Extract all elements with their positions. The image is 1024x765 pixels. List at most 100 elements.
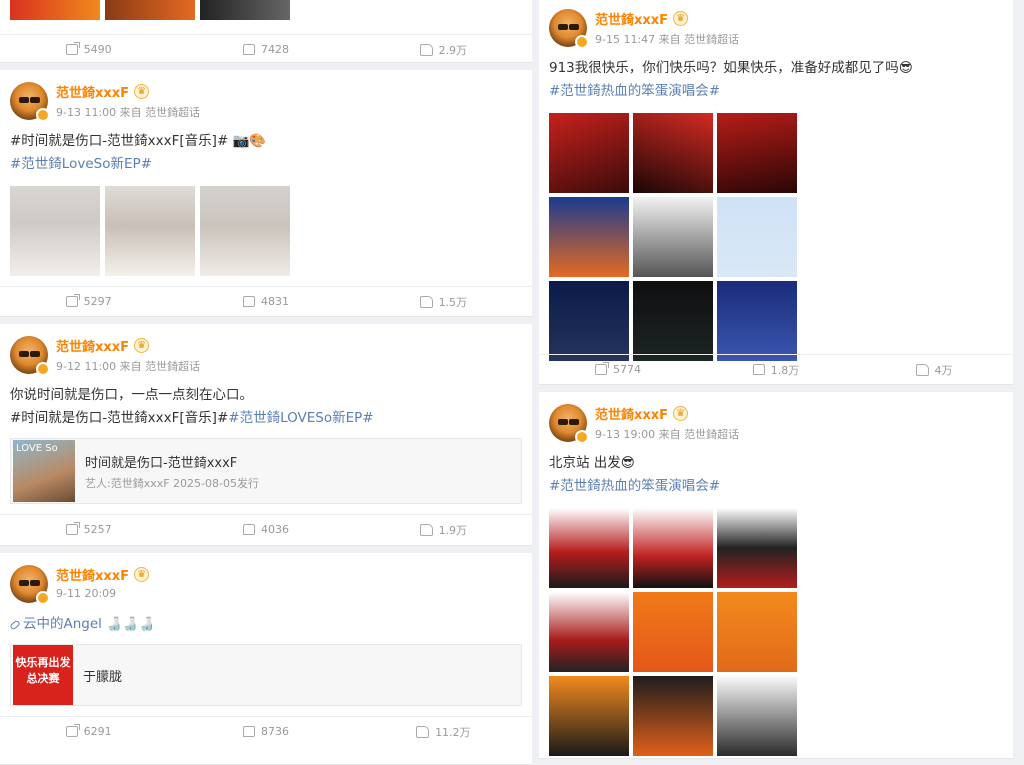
music-subtitle: 艺人:范世錡xxxF 2025-08-05发行 <box>85 476 259 490</box>
comment-button[interactable]: 4831 <box>177 287 354 316</box>
post-image[interactable] <box>633 508 713 588</box>
share-icon <box>595 362 609 375</box>
post-image[interactable] <box>105 186 195 276</box>
post-image-grid <box>0 176 532 276</box>
user-name[interactable]: 范世錡xxxF <box>56 336 129 355</box>
thumbs-up-icon <box>915 363 929 376</box>
post-time[interactable]: 9-11 20:09 <box>56 587 116 600</box>
post-time[interactable]: 9-13 11:00 <box>56 106 116 119</box>
like-count: 1.9万 <box>438 523 468 537</box>
post-meta: 9-13 19:00 来自 范世錡超话 <box>595 426 739 442</box>
post-image[interactable] <box>549 281 629 361</box>
post-text: 913我很快乐，你们快乐吗？如果快乐，准备好成都见了吗😎 #范世錡热血的笨蛋演唱… <box>539 47 1013 103</box>
post-image[interactable] <box>200 186 290 276</box>
verified-badge-icon <box>36 108 50 122</box>
crown-icon: ♛ <box>134 338 150 353</box>
like-button[interactable]: 1.9万 <box>355 515 532 544</box>
like-button[interactable]: 4万 <box>855 355 1013 384</box>
post-image[interactable] <box>105 0 195 20</box>
user-name[interactable]: 范世錡xxxF <box>595 404 668 423</box>
post-image[interactable] <box>717 592 797 672</box>
comment-button[interactable]: 7428 <box>177 35 354 64</box>
comment-count: 8736 <box>260 725 289 738</box>
post-actions: 5774 1.8万 4万 <box>539 354 1013 384</box>
like-button[interactable]: 11.2万 <box>355 717 532 746</box>
music-link[interactable]: 云中的Angel <box>23 616 102 632</box>
post-image[interactable] <box>633 113 713 193</box>
source-link[interactable]: 范世錡超话 <box>145 106 200 119</box>
comment-count: 4036 <box>260 523 289 536</box>
avatar[interactable] <box>10 82 50 122</box>
source-label: 来自 <box>119 360 142 373</box>
user-name[interactable]: 范世錡xxxF <box>595 9 668 28</box>
post-image[interactable] <box>717 113 797 193</box>
post-text: 你说时间就是伤口，一点一点刻在心口。 #时间就是伤口-范世錡xxxF[音乐]##… <box>0 374 532 430</box>
post-card-partial: 5490 7428 2.9万 <box>0 0 532 63</box>
post-text-line: 北京站 出发😎 <box>549 455 635 471</box>
share-icon <box>65 522 80 535</box>
repost-button[interactable]: 5257 <box>0 515 177 544</box>
post-image[interactable] <box>549 508 629 588</box>
post-image[interactable] <box>10 186 100 276</box>
music-title: 时间就是伤口-范世錡xxxF <box>85 455 238 471</box>
post-time[interactable]: 9-13 19:00 <box>595 428 655 441</box>
user-name[interactable]: 范世錡xxxF <box>56 565 129 584</box>
hashtag-link[interactable]: #范世錡LoveSo新EP# <box>10 153 522 176</box>
repost-button[interactable]: 5297 <box>0 287 177 316</box>
post-image[interactable] <box>717 676 797 756</box>
post-header: 范世錡xxxF ♛ 9-13 11:00 来自 范世錡超话 <box>0 70 532 122</box>
post-image[interactable] <box>717 508 797 588</box>
link-card-cover-text: 快乐再出发 总决赛 <box>15 656 71 685</box>
repost-button[interactable]: 6291 <box>0 717 177 746</box>
comment-icon <box>752 364 765 375</box>
post-text: #时间就是伤口-范世錡xxxF[音乐]# 📷🎨 #范世錡LoveSo新EP# <box>0 120 532 176</box>
link-card[interactable]: 快乐再出发 总决赛 于朦胧 <box>10 644 522 706</box>
post-image[interactable] <box>633 197 713 277</box>
post-image[interactable] <box>549 197 629 277</box>
post-time[interactable]: 9-12 11:00 <box>56 360 116 373</box>
hashtag-link[interactable]: #范世錡热血的笨蛋演唱会# <box>549 475 1003 498</box>
post-image[interactable] <box>549 113 629 193</box>
post-image[interactable] <box>717 281 797 361</box>
repost-button[interactable]: 5774 <box>539 355 697 384</box>
verified-badge-icon <box>575 430 589 444</box>
source-link[interactable]: 范世錡超话 <box>684 33 739 46</box>
post-meta: 9-12 11:00 来自 范世錡超话 <box>56 358 200 374</box>
source-link[interactable]: 范世錡超话 <box>684 428 739 441</box>
comment-button[interactable]: 8736 <box>177 717 354 746</box>
hashtag-link[interactable]: #范世錡LOVESo新EP# <box>228 410 373 426</box>
post-header: 范世錡xxxF ♛ 9-12 11:00 来自 范世錡超话 <box>0 324 532 376</box>
avatar[interactable] <box>10 336 50 376</box>
hashtag-link[interactable]: #范世錡热血的笨蛋演唱会# <box>549 80 1003 103</box>
post-time[interactable]: 9-15 11:47 <box>595 33 655 46</box>
post-image[interactable] <box>633 676 713 756</box>
post-image[interactable] <box>200 0 290 20</box>
post-image[interactable] <box>549 592 629 672</box>
post-image[interactable] <box>633 592 713 672</box>
comment-icon <box>242 524 255 535</box>
music-card[interactable]: LOVE So 时间就是伤口-范世錡xxxF 艺人:范世錡xxxF 2025-0… <box>10 438 522 504</box>
post-image[interactable] <box>717 197 797 277</box>
music-cover-text: LOVE So <box>16 443 58 454</box>
link-card-title: 于朦胧 <box>83 669 123 685</box>
avatar[interactable] <box>10 565 50 605</box>
post-image[interactable] <box>633 281 713 361</box>
avatar[interactable] <box>549 404 589 444</box>
post-card: 范世錡xxxF ♛ 9-13 11:00 来自 范世錡超话 #时间就是伤口-范世錡… <box>0 70 532 317</box>
like-button[interactable]: 1.5万 <box>355 287 532 316</box>
partial-image-row <box>0 0 532 20</box>
avatar[interactable] <box>549 9 589 49</box>
like-button[interactable]: 2.9万 <box>355 35 532 64</box>
comment-button[interactable]: 1.8万 <box>697 355 855 384</box>
post-image[interactable] <box>549 676 629 756</box>
post-image[interactable] <box>10 0 100 20</box>
post-actions: 5490 7428 2.9万 <box>0 34 532 64</box>
comment-button[interactable]: 4036 <box>177 515 354 544</box>
link-card-cover: 快乐再出发 总决赛 <box>13 645 73 705</box>
post-text: 云中的Angel 🍶🍶🍶 <box>0 603 532 636</box>
repost-button[interactable]: 5490 <box>0 35 177 64</box>
post-header: 范世錡xxxF ♛ 9-13 19:00 来自 范世錡超话 <box>539 392 1013 444</box>
user-name[interactable]: 范世錡xxxF <box>56 82 129 101</box>
source-link[interactable]: 范世錡超话 <box>145 360 200 373</box>
thumbs-up-icon <box>419 295 433 308</box>
